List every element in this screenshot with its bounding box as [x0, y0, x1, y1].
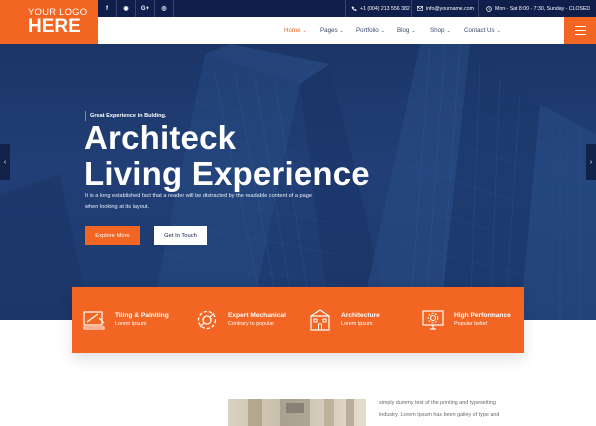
site-logo[interactable]: YOUR LOGO HERE [0, 0, 98, 44]
chevron-down-icon: ⌄ [339, 27, 344, 34]
nav-label: Contact Us [464, 27, 495, 34]
nav-item-contact[interactable]: Contact Us ⌄ [464, 17, 501, 44]
mail-icon [417, 6, 423, 11]
gear-icon [197, 310, 217, 330]
services-strip: Tiling & Painiting Lorem Ipsum Expert Me… [72, 287, 524, 353]
nav-label: Home [284, 27, 301, 34]
about-line-1: simply dummy text of the printing and ty… [379, 400, 496, 406]
logo-line-2: HERE [28, 16, 81, 37]
service-title: Expert Mechanical [228, 312, 286, 319]
chevron-right-icon[interactable]: › [586, 144, 596, 180]
divider [411, 0, 412, 17]
hero-title-line-2: Living Experience [84, 155, 370, 192]
service-item[interactable]: Architecture Lorem Ipsum [308, 287, 380, 353]
service-title: Architecture [341, 312, 380, 319]
about-line-2: industry. Lorem Ipsum has been galley of… [379, 412, 500, 418]
about-text: simply dummy text of the printing and ty… [379, 397, 529, 421]
hero-slider: ‹ › Great Experience in Bulding. Archite… [0, 44, 596, 320]
chevron-down-icon: ⌄ [446, 27, 451, 34]
divider [478, 0, 479, 17]
nav-item-home[interactable]: Home ⌄ [284, 17, 307, 44]
phone-contact[interactable]: +1 (004) 213 556 382 [351, 0, 410, 17]
chevron-left-icon[interactable]: ‹ [0, 144, 10, 180]
nav-item-blog[interactable]: Blog ⌄ [397, 17, 416, 44]
github-icon[interactable]: ◉ [117, 0, 136, 17]
nav-label: Portfolio [356, 27, 379, 34]
tiling-tools-icon [83, 311, 105, 330]
hours-text: Mon - Sat 8:00 - 7:30, Sunday - CLOSED [495, 5, 591, 12]
construction-photo [248, 399, 354, 426]
divider [345, 0, 346, 17]
service-title: Tiling & Painiting [115, 312, 169, 319]
service-subtitle: Contrary to popular [228, 321, 275, 327]
nav-label: Shop [430, 27, 445, 34]
nav-item-portfolio[interactable]: Portfolio ⌄ [356, 17, 385, 44]
opening-hours: Mon - Sat 8:00 - 7:30, Sunday - CLOSED [486, 0, 590, 17]
main-navigation: Home ⌄ Pages ⌄ Portfolio ⌄ Blog ⌄ Shop ⌄ Cont… [98, 17, 596, 44]
clock-icon [486, 5, 492, 12]
get-in-touch-button[interactable]: Get In Touch [154, 226, 207, 245]
chevron-down-icon: ⌄ [380, 27, 385, 34]
chevron-down-icon: ⌄ [496, 27, 501, 34]
nav-item-shop[interactable]: Shop ⌄ [430, 17, 451, 44]
nav-label: Pages [320, 27, 338, 34]
nav-label: Blog [397, 27, 410, 34]
service-item[interactable]: Expert Mechanical Contrary to popular [195, 287, 286, 353]
instagram-icon[interactable]: ◎ [155, 0, 174, 17]
hero-title: Architeck Living Experience [84, 120, 370, 192]
hamburger-icon[interactable] [564, 17, 596, 44]
building-icon [310, 309, 330, 331]
phone-number: +1 (004) 213 556 382 [360, 5, 410, 12]
service-title: High Performance [454, 312, 511, 319]
chevron-down-icon: ⌄ [302, 27, 307, 34]
service-subtitle: Popular belief [454, 321, 487, 327]
google-plus-icon[interactable]: G+ [136, 0, 155, 17]
nav-item-pages[interactable]: Pages ⌄ [320, 17, 344, 44]
service-subtitle: Lorem Ipsum [115, 321, 147, 327]
hero-description: It is a long established fact that a rea… [85, 193, 313, 210]
hero-title-line-1: Architeck [84, 119, 237, 156]
email-contact[interactable]: info@yourname.com [417, 0, 474, 17]
about-image [228, 399, 366, 426]
monitor-gear-icon [422, 310, 444, 330]
facebook-icon[interactable]: f [98, 0, 117, 17]
top-bar: f ◉ G+ ◎ +1 (004) 213 556 382 info@yourn… [98, 0, 596, 17]
chevron-down-icon: ⌄ [411, 27, 416, 34]
service-subtitle: Lorem Ipsum [341, 321, 373, 327]
service-item[interactable]: Tiling & Painiting Lorem Ipsum [82, 287, 169, 353]
email-address: info@yourname.com [426, 5, 474, 12]
explore-more-button[interactable]: Explore More [85, 226, 140, 245]
service-item[interactable]: High Performance Popular belief [421, 287, 511, 353]
phone-icon [351, 6, 357, 11]
